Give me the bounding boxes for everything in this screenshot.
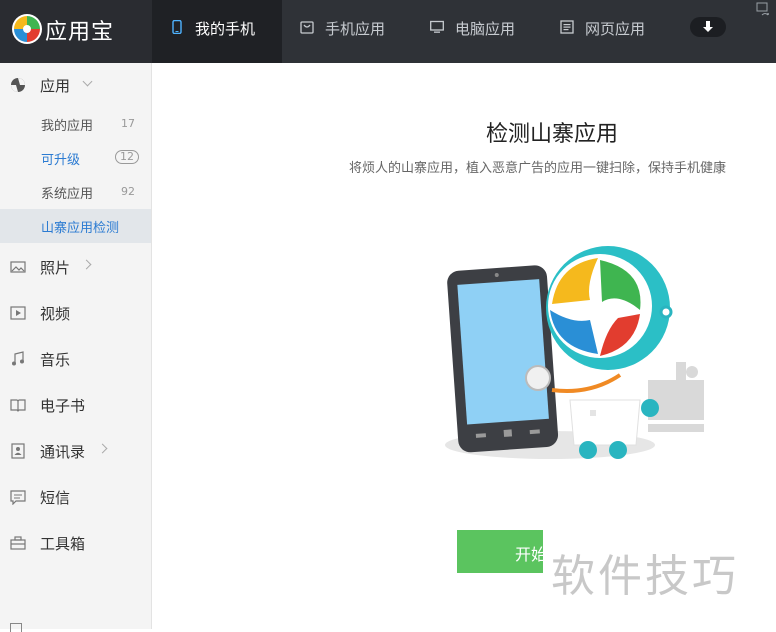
- count-badge: 92: [121, 185, 135, 198]
- tab-label: 我的手机: [195, 20, 256, 38]
- sidebar-item-ebooks[interactable]: 电子书: [0, 387, 151, 423]
- video-icon: [10, 306, 26, 320]
- toolbox-icon: [10, 536, 26, 550]
- sidebar-item-label: 音乐: [40, 351, 71, 369]
- count-badge: 12: [115, 150, 139, 164]
- sidebar-subitem-fake-app-detection[interactable]: 山寨应用检测: [0, 209, 151, 243]
- download-manager-button[interactable]: [690, 17, 726, 37]
- tab-pc-apps[interactable]: 电脑应用: [412, 0, 542, 63]
- sidebar-subitem-upgradable[interactable]: 可升级 12: [0, 141, 151, 175]
- sidebar-item-label: 电子书: [40, 397, 86, 415]
- start-scan-button[interactable]: 开始: [457, 530, 543, 573]
- sidebar-item-label: 应用: [40, 77, 71, 95]
- wifi-connection-icon[interactable]: [756, 2, 770, 16]
- tab-label: 网页应用: [585, 20, 646, 38]
- sidebar-item-music[interactable]: 音乐: [0, 341, 151, 377]
- bag-icon: [300, 21, 314, 34]
- brand: 应用宝: [0, 0, 152, 63]
- subitem-label: 系统应用: [41, 187, 94, 202]
- photo-icon: [10, 261, 26, 273]
- sidebar-item-label: 照片: [40, 259, 71, 277]
- sidebar-item-sms[interactable]: 短信: [0, 479, 151, 515]
- book-icon: [10, 399, 26, 412]
- sidebar-item-label: 短信: [40, 489, 71, 507]
- webpage-icon: [560, 20, 574, 34]
- sidebar-item-photos[interactable]: 照片: [0, 249, 151, 285]
- sidebar-subitem-system-apps[interactable]: 系统应用 92: [0, 175, 151, 209]
- sidebar-item-toolbox[interactable]: 工具箱: [0, 525, 151, 561]
- sidebar-item-label: 工具箱: [40, 535, 86, 553]
- chevron-right-icon: [97, 443, 108, 454]
- yingyongbao-logo-icon: [12, 14, 42, 44]
- sidebar-item-label: 通讯录: [40, 443, 86, 461]
- top-bar: 应用宝 我的手机 手机应用 电脑应用 网页应用: [0, 0, 776, 63]
- device-icon: [10, 623, 22, 632]
- sidebar-item-label: 视频: [40, 305, 71, 323]
- download-icon: [703, 21, 713, 32]
- monitor-icon: [430, 20, 444, 33]
- subitem-label: 我的应用: [41, 119, 94, 134]
- tab-web-apps[interactable]: 网页应用: [542, 0, 672, 63]
- doctor-mascot-illustration: [445, 246, 704, 459]
- page-description: 将烦人的山寨应用，植入恶意广告的应用一键扫除，保持手机健康: [349, 161, 727, 176]
- contacts-icon: [11, 443, 25, 459]
- tab-label: 电脑应用: [455, 20, 516, 38]
- sidebar: 应用 我的应用 17 可升级 12 系统应用 92 山寨应用检测 照片 视频 音…: [0, 63, 152, 632]
- watermark: 软件技巧: [551, 551, 739, 602]
- sidebar-item-apps[interactable]: 应用: [0, 67, 151, 103]
- sidebar-item-contacts[interactable]: 通讯录: [0, 433, 151, 469]
- phone-icon: [172, 20, 182, 34]
- message-icon: [10, 490, 26, 505]
- tab-mobile-apps[interactable]: 手机应用: [282, 0, 412, 63]
- tab-my-phone[interactable]: 我的手机: [152, 0, 282, 63]
- brand-name: 应用宝: [45, 20, 115, 45]
- chevron-right-icon: [81, 259, 92, 270]
- sidebar-subitem-my-apps[interactable]: 我的应用 17: [0, 107, 151, 141]
- count-badge: 17: [121, 117, 135, 130]
- apps-icon: [11, 78, 25, 92]
- music-icon: [12, 351, 24, 366]
- sidebar-item-videos[interactable]: 视频: [0, 295, 151, 331]
- subitem-label: 山寨应用检测: [41, 221, 120, 236]
- tab-label: 手机应用: [325, 20, 386, 38]
- page-title: 检测山寨应用: [485, 122, 618, 147]
- subitem-label: 可升级: [41, 153, 81, 168]
- start-button-label: 开始: [515, 545, 543, 564]
- chevron-down-icon: [82, 76, 93, 87]
